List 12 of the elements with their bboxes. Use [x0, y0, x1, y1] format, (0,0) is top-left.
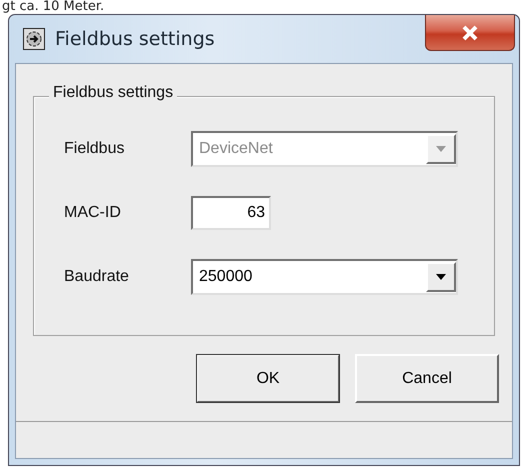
close-icon — [460, 24, 480, 40]
field-label: Fieldbus — [64, 140, 126, 158]
dialog-button[interactable]: OK — [196, 354, 340, 403]
caption-text: gt ca. 10 Meter. — [1, 0, 106, 14]
input-field[interactable]: 63 — [191, 196, 271, 230]
dropdown[interactable]: 250000 — [191, 259, 458, 295]
dialog-button[interactable]: Cancel — [355, 354, 499, 403]
field-label: Baudrate — [64, 268, 130, 286]
window-title: Fieldbus settings — [55, 28, 215, 50]
group-title: Fieldbus settings — [49, 84, 178, 102]
close-button[interactable] — [425, 15, 515, 51]
field-label: MAC-ID — [64, 204, 122, 222]
